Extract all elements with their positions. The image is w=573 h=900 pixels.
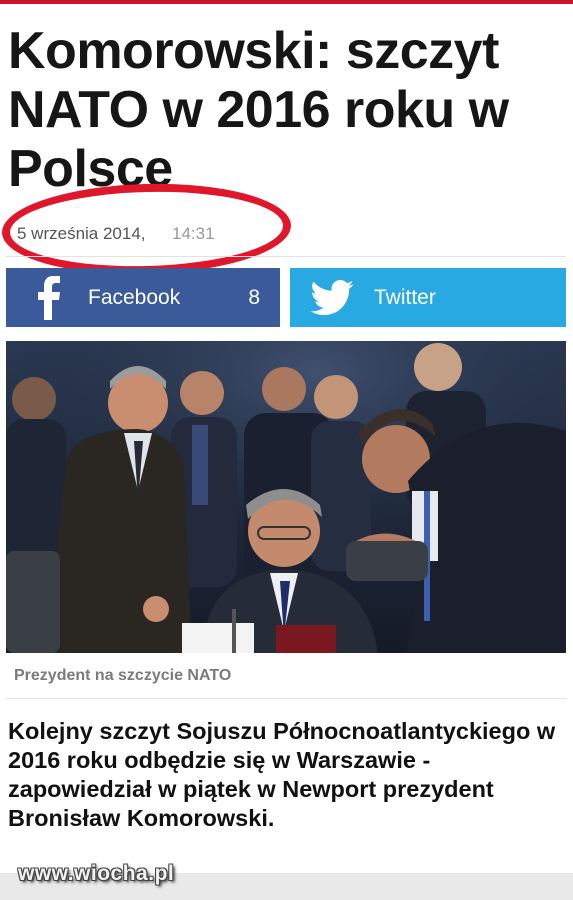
facebook-share-label: Facebook (88, 286, 181, 309)
top-accent-line (0, 0, 573, 4)
twitter-share-button[interactable]: Twitter (290, 268, 566, 327)
site-watermark: www.wiocha.pl (18, 862, 175, 885)
article-title: Komorowski: szczyt NATO w 2016 roku w Po… (8, 22, 509, 198)
article-photo (6, 341, 566, 653)
facebook-share-button[interactable]: Facebook 8 (6, 268, 280, 327)
twitter-share-label: Twitter (374, 286, 436, 309)
divider (6, 698, 566, 699)
facebook-share-count: 8 (248, 286, 260, 309)
divider (6, 256, 566, 257)
facebook-f-icon (34, 276, 64, 326)
twitter-bird-icon (310, 280, 354, 322)
article-lead: Kolejny szczyt Sojuszu Północnoatlantyck… (8, 718, 556, 831)
photo-caption: Prezydent na szczycie NATO (14, 667, 232, 684)
